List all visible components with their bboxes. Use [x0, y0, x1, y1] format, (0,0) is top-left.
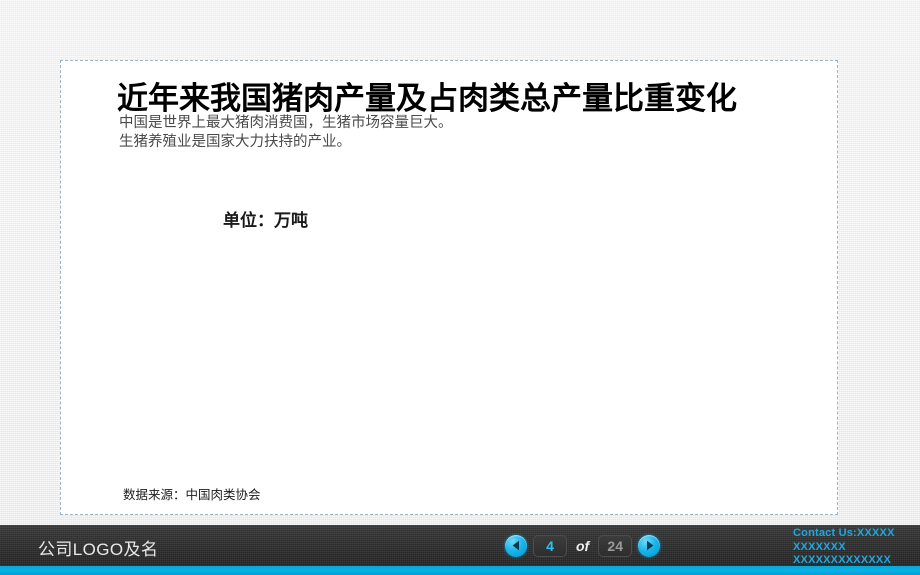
slide-subtitle: 中国是世界上最大猪肉消费国，生猪市场容量巨大。 生猪养殖业是国家大力扶持的产业。	[119, 114, 453, 152]
contact-line-1: Contact Us:XXXXX	[793, 527, 895, 539]
chevron-right-icon	[645, 540, 654, 551]
company-logo-label: 公司LOGO及名	[38, 540, 159, 559]
subtitle-line-1: 中国是世界上最大猪肉消费国，生猪市场容量巨大。	[119, 115, 453, 131]
contact-line-3: XXXXXXXXXXXXX	[793, 554, 891, 566]
slide-canvas: 近年来我国猪肉产量及占肉类总产量比重变化 中国是世界上最大猪肉消费国，生猪市场容…	[0, 0, 920, 575]
contact-info-block: Contact Us:XXXXX XXXXXXX XXXXXXXXXXXXX	[793, 527, 895, 568]
chart-unit-label: 单位：万吨	[223, 211, 308, 230]
current-page-box[interactable]: 4	[533, 534, 567, 557]
page-title: 近年来我国猪肉产量及占肉类总产量比重变化	[117, 81, 737, 116]
chart-placeholder-area	[121, 241, 781, 486]
contact-line-2: XXXXXXX	[793, 540, 846, 553]
total-pages-box: 24	[598, 534, 633, 557]
data-source-note: 数据来源：中国肉类协会	[123, 488, 261, 502]
slide-pager: 4 of 24	[505, 525, 661, 566]
pager-of-label: of	[576, 537, 590, 554]
previous-slide-button[interactable]	[505, 534, 527, 557]
slide-content-frame: 近年来我国猪肉产量及占肉类总产量比重变化 中国是世界上最大猪肉消费国，生猪市场容…	[60, 60, 838, 515]
footer-bar: 公司LOGO及名 4 of 24	[0, 525, 920, 566]
next-slide-button[interactable]	[638, 534, 661, 557]
current-page-number: 4	[546, 537, 554, 554]
footer-accent-strip	[0, 566, 920, 575]
total-pages-number: 24	[607, 537, 623, 554]
chevron-left-icon	[512, 540, 521, 551]
subtitle-line-2: 生猪养殖业是国家大力扶持的产业。	[119, 134, 351, 150]
